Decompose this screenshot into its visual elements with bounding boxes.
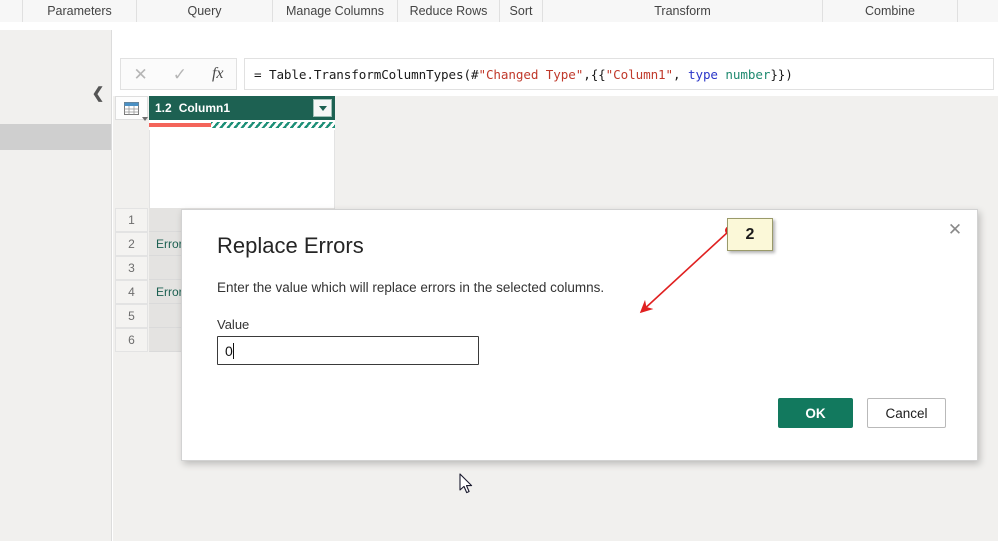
row-number: 4 <box>115 280 148 304</box>
dialog-title: Replace Errors <box>217 233 364 258</box>
value-field-label: Value <box>217 317 250 332</box>
ribbon-group-label: Parameters <box>47 4 112 18</box>
row-number: 2 <box>115 232 148 256</box>
column-header-label: Column1 <box>178 101 231 115</box>
filter-dropdown-icon[interactable] <box>313 99 332 117</box>
formula-part-4: "Column1" <box>605 66 674 82</box>
ok-button[interactable]: OK <box>778 398 853 428</box>
ribbon-group-transform[interactable]: Transform <box>543 0 823 22</box>
chevron-down-glyph <box>318 105 327 111</box>
formula-part-2: "Changed Type" <box>478 66 584 82</box>
formula-part-9: }}) <box>770 66 793 82</box>
ribbon-group-label: Combine <box>864 4 916 18</box>
close-icon[interactable]: ✕ <box>133 66 147 83</box>
ribbon-group-reduce-rows[interactable]: Reduce Rows <box>398 0 500 22</box>
ribbon-group-sort[interactable]: Sort <box>500 0 543 22</box>
column-header-column1[interactable]: 1.2 Column1 <box>149 96 335 120</box>
table-select-all-icon[interactable] <box>115 96 148 121</box>
formula-part-3: ,{{ <box>583 66 606 82</box>
row-number: 5 <box>115 304 148 328</box>
formula-bar-actions: ✕ ✓ fx <box>120 58 237 90</box>
annotation-step-callout: 2 <box>727 218 773 251</box>
power-query-editor-window: Parameters Query Manage Columns Reduce R… <box>0 0 998 541</box>
queries-pane: ❮ <box>0 30 112 541</box>
cancel-button[interactable]: Cancel <box>867 398 946 428</box>
quality-bar-valid-segment <box>211 122 335 128</box>
ribbon-group-label: Sort <box>509 4 533 18</box>
quality-bar-error-segment <box>149 123 211 127</box>
row-number: 6 <box>115 328 148 352</box>
row-number: 1 <box>115 208 148 232</box>
ribbon-group-label: Transform <box>654 4 711 18</box>
column-type-badge: 1.2 <box>155 101 172 115</box>
ribbon-group-combine[interactable]: Combine <box>823 0 958 22</box>
ribbon-group-query[interactable]: Query <box>137 0 273 22</box>
chevron-down-icon <box>142 117 148 121</box>
chevron-left-icon[interactable]: ❮ <box>90 85 106 103</box>
table-icon-glyph <box>124 101 139 115</box>
row-number: 3 <box>115 256 148 280</box>
check-icon[interactable]: ✓ <box>173 66 187 83</box>
column-quality-bar <box>149 120 335 130</box>
formula-part-8: number <box>725 66 771 82</box>
ribbon-divider <box>0 22 998 30</box>
text-caret <box>232 342 234 359</box>
ribbon-group-label: Reduce Rows <box>409 4 488 18</box>
replace-errors-dialog: ✕ Replace Errors Enter the value which w… <box>181 209 978 461</box>
formula-part-1: = Table.TransformColumnTypes(# <box>254 66 479 82</box>
fx-icon[interactable]: fx <box>212 66 224 82</box>
ribbon-group-strip: Parameters Query Manage Columns Reduce R… <box>0 0 998 23</box>
formula-input[interactable]: = Table.TransformColumnTypes(# "Changed T… <box>244 58 994 90</box>
value-input-text: 0 <box>225 342 233 359</box>
formula-part-5: , <box>673 66 688 82</box>
ribbon-group-label: Manage Columns <box>286 4 384 18</box>
annotation-step-label: 2 <box>745 225 755 243</box>
ribbon-group-manage-columns[interactable]: Manage Columns <box>273 0 398 22</box>
queries-list-item-selected[interactable] <box>0 124 111 150</box>
formula-bar: ✕ ✓ fx = Table.TransformColumnTypes(# "Ch… <box>113 54 998 98</box>
value-input[interactable]: 0 <box>217 336 479 365</box>
column-body-blank <box>149 130 335 208</box>
formula-part-7 <box>718 67 725 82</box>
ribbon-group-label: Query <box>187 4 222 18</box>
dialog-description: Enter the value which will replace error… <box>217 280 605 295</box>
formula-part-6: type <box>687 66 718 82</box>
close-icon[interactable]: ✕ <box>940 216 970 244</box>
mouse-cursor <box>459 473 473 494</box>
ribbon-group-parameters[interactable]: Parameters <box>22 0 137 22</box>
